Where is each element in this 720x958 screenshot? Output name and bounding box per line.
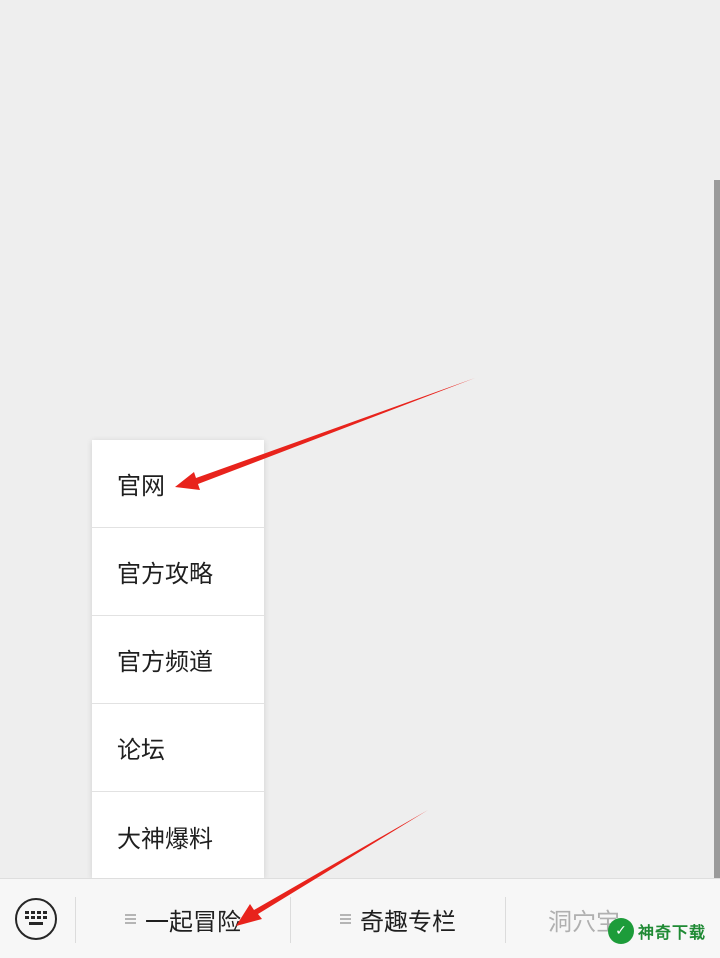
tab-label: 一起冒险	[145, 907, 241, 936]
menu-lines-icon	[125, 913, 136, 925]
menu-item-forum[interactable]: 论坛	[92, 704, 264, 792]
menu-item-insider-news[interactable]: 大神爆料	[92, 792, 264, 880]
menu-item-official-guide[interactable]: 官方攻略	[92, 528, 264, 616]
menu-item-official-site[interactable]: 官网	[92, 440, 264, 528]
watermark-logo: ✓ 神奇下载	[608, 908, 716, 954]
tab-label: 奇趣专栏	[360, 907, 456, 936]
watermark-logo-text: 神奇下载	[638, 923, 707, 942]
keyboard-icon	[25, 911, 47, 925]
watermark-logo-icon: ✓	[608, 918, 634, 944]
keyboard-toggle-button[interactable]	[15, 898, 57, 940]
page: 官网 官方攻略 官方频道 论坛 大神爆料 一起冒险 奇趣专栏 洞穴宝 ✓ 神奇下…	[0, 0, 720, 958]
scroll-edge	[714, 180, 720, 880]
popup-menu: 官网 官方攻略 官方频道 论坛 大神爆料	[92, 440, 264, 878]
tab-fun-column[interactable]: 奇趣专栏	[291, 879, 505, 958]
tab-adventure-together[interactable]: 一起冒险	[76, 879, 290, 958]
menu-item-official-channel[interactable]: 官方频道	[92, 616, 264, 704]
menu-lines-icon	[340, 913, 351, 925]
